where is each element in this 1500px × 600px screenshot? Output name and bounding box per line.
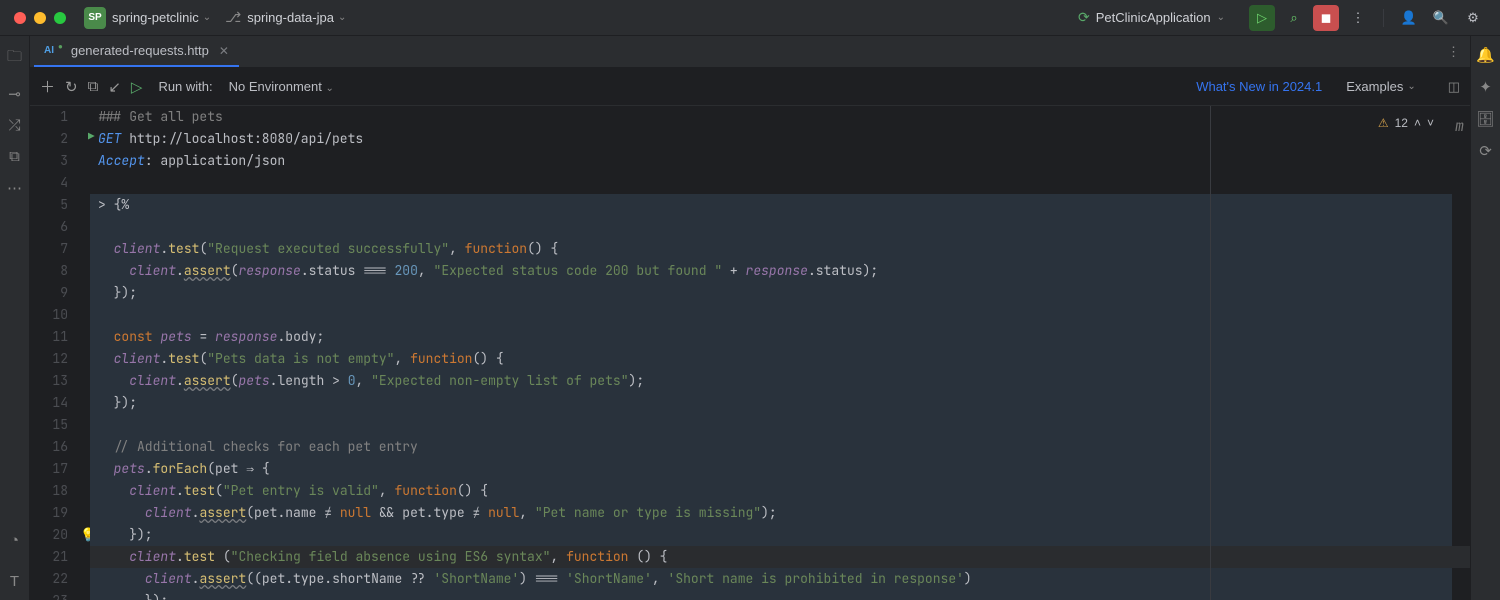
editor-tabbar: AI ● generated-requests.http ✕ ⋮ — [30, 36, 1470, 68]
terminal-tool-icon[interactable]: T — [10, 573, 19, 590]
chevron-down-icon[interactable]: ⌄ — [203, 12, 211, 23]
warning-icon: ⚠ — [1378, 116, 1389, 130]
structure-tool-icon[interactable]: ⧉ — [9, 148, 20, 165]
project-badge: SP — [84, 7, 106, 29]
copy-icon[interactable]: ⧉ — [88, 78, 99, 95]
whats-new-link[interactable]: What's New in 2024.1 — [1196, 79, 1322, 94]
commit-tool-icon[interactable]: ⊸ — [8, 85, 21, 103]
prev-highlight-icon[interactable]: ˄ — [1414, 116, 1421, 130]
tab-options-icon[interactable]: ⋮ — [1447, 44, 1460, 60]
run-config-selector[interactable]: ⟳ PetClinicApplication ⌄ — [1078, 9, 1239, 26]
run-all-icon[interactable]: ▷ — [131, 78, 143, 96]
code-editor[interactable]: ⚠ 12 ˄ ˅ m 1234 5678 9101112 13141516 17… — [30, 106, 1470, 600]
branch-name[interactable]: spring-data-jpa — [247, 10, 334, 25]
tab-filename: generated-requests.http — [71, 43, 209, 58]
ai-assistant-icon[interactable]: ✦ — [1479, 78, 1492, 96]
chevron-down-icon: ⌄ — [1407, 81, 1415, 92]
left-tool-strip: 🗀 ⊸ ⤮ ⧉ ⋯ ◔ T — [0, 36, 30, 600]
next-highlight-icon[interactable]: ˅ — [1427, 116, 1434, 130]
run-config-icon: ⟳ — [1078, 9, 1090, 26]
chevron-down-icon: ⌄ — [1217, 12, 1225, 23]
close-window-button[interactable] — [14, 12, 26, 24]
chevron-down-icon[interactable]: ⌄ — [338, 12, 346, 23]
inspection-widget[interactable]: ⚠ 12 ˄ ˅ — [1378, 116, 1434, 130]
more-tools-icon[interactable]: ⋯ — [7, 179, 22, 197]
modified-dot-icon: ● — [58, 42, 63, 51]
editor-tab[interactable]: AI ● generated-requests.http ✕ — [34, 37, 239, 67]
run-config-name: PetClinicApplication — [1096, 10, 1211, 25]
debug-button[interactable]: ⌕ — [1281, 5, 1307, 31]
run-button[interactable]: ▷ — [1249, 5, 1275, 31]
history-icon[interactable]: ↻ — [65, 78, 78, 96]
http-toolbar: ＋ ↻ ⧉ ↙ ▷ Run with: No Environment ⌄ Wha… — [30, 68, 1470, 106]
stop-button[interactable]: ◼ — [1313, 5, 1339, 31]
right-tool-strip: 🔔 ✦ 🗄 ⟳ — [1470, 36, 1500, 600]
vcs-branch-icon: ⎇ — [225, 9, 241, 26]
more-actions-button[interactable]: ⋮ — [1345, 5, 1371, 31]
http-file-icon: AI — [44, 45, 54, 56]
search-icon[interactable]: 🔍 — [1428, 5, 1454, 31]
services-tool-icon[interactable]: ◔ — [10, 532, 19, 549]
notifications-icon[interactable]: 🔔 — [1476, 46, 1495, 64]
window-controls — [14, 12, 66, 24]
chevron-down-icon: ⌄ — [325, 83, 333, 94]
minimap-indicator: m — [1455, 116, 1464, 136]
runwith-dropdown[interactable]: No Environment ⌄ — [229, 79, 348, 94]
code-with-me-icon[interactable]: 👤 — [1396, 5, 1422, 31]
close-tab-icon[interactable]: ✕ — [219, 44, 229, 58]
settings-icon[interactable]: ⚙ — [1460, 5, 1486, 31]
right-margin-line — [1210, 106, 1211, 600]
project-tool-icon[interactable]: 🗀 — [7, 46, 22, 71]
gutter[interactable]: 1234 5678 9101112 13141516 17181920 2122… — [30, 106, 90, 600]
runwith-label: Run with: — [158, 79, 212, 94]
import-icon[interactable]: ↙ — [108, 78, 121, 96]
warning-count: 12 — [1395, 116, 1408, 130]
add-request-icon[interactable]: ＋ — [40, 76, 55, 97]
maximize-window-button[interactable] — [54, 12, 66, 24]
database-tool-icon[interactable]: 🗄 — [1476, 110, 1495, 128]
project-name[interactable]: spring-petclinic — [112, 10, 199, 25]
titlebar: SP spring-petclinic ⌄ ⎇ spring-data-jpa … — [0, 0, 1500, 36]
examples-dropdown[interactable]: Examples⌄ — [1346, 79, 1429, 94]
maven-tool-icon[interactable]: ⟳ — [1479, 142, 1492, 160]
pull-requests-icon[interactable]: ⤮ — [8, 117, 20, 134]
layout-settings-icon[interactable]: ◫ — [1448, 79, 1460, 95]
minimize-window-button[interactable] — [34, 12, 46, 24]
